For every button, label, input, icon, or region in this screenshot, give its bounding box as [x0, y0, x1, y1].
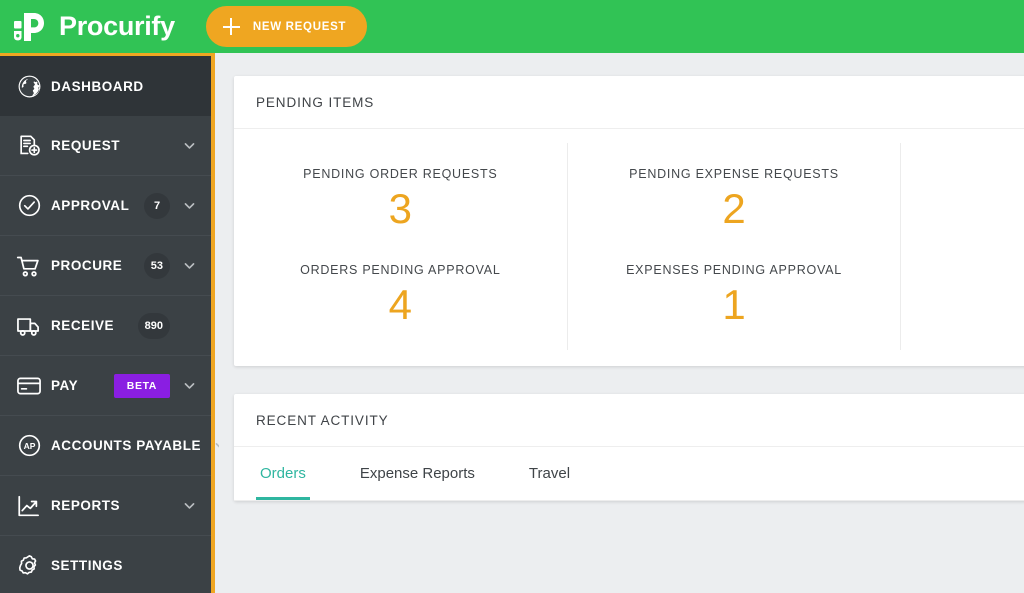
recent-activity-header: RECENT ACTIVITY: [234, 394, 1024, 448]
tab-expense-reports[interactable]: Expense Reports: [356, 447, 479, 500]
sidebar-item-label: REQUEST: [51, 138, 121, 153]
tab-orders[interactable]: Orders: [256, 447, 310, 501]
sidebar-item-label: PROCURE: [51, 258, 123, 273]
brand-name: Procurify: [59, 11, 175, 41]
stat-value: 1: [722, 281, 746, 329]
stat-pending-order-requests[interactable]: PENDING ORDER REQUESTS 3: [234, 154, 567, 250]
main-content: PENDING ITEMS PENDING ORDER REQUESTS 3 O…: [219, 56, 1024, 593]
pending-items-column-orders: PENDING ORDER REQUESTS 3 ORDERS PENDING …: [234, 143, 568, 351]
stat-label: PENDING ORDER REQUESTS: [303, 167, 498, 181]
page-title: PENDING ITEMS: [256, 94, 375, 110]
ap-circle-icon: AP: [7, 431, 51, 461]
sidebar-item-procure[interactable]: PROCURE 53: [0, 236, 211, 296]
delivery-truck-icon: [7, 311, 51, 341]
recent-activity-card: RECENT ACTIVITY Orders Expense Reports T…: [234, 394, 1024, 502]
new-request-button[interactable]: NEW REQUEST: [205, 6, 368, 47]
sidebar-badge-receive: 890: [137, 312, 170, 339]
sidebar-item-label: RECEIVE: [51, 318, 115, 333]
sidebar-item-label: APPROVAL: [51, 198, 130, 213]
shopping-cart-icon: [7, 251, 51, 281]
sidebar-item-settings[interactable]: SETTINGS: [0, 536, 211, 593]
tab-label: Orders: [260, 465, 306, 483]
pending-items-header: PENDING ITEMS: [234, 76, 1024, 129]
pending-items-card: PENDING ITEMS PENDING ORDER REQUESTS 3 O…: [234, 76, 1024, 367]
stat-value: 4: [388, 281, 413, 329]
chevron-down-icon[interactable]: [179, 499, 199, 512]
brand[interactable]: Procurify: [0, 7, 175, 47]
tab-travel[interactable]: Travel: [525, 447, 574, 500]
sidebar-item-label: REPORTS: [51, 498, 121, 513]
gear-icon: [7, 551, 51, 581]
plus-icon: [222, 18, 240, 35]
stat-label: PENDING EXPENSE REQUESTS: [629, 167, 839, 181]
tab-label: Travel: [528, 465, 571, 483]
check-circle-icon: [7, 191, 51, 221]
pending-items-column-expenses: PENDING EXPENSE REQUESTS 2 EXPENSES PEND…: [568, 143, 902, 351]
sidebar-item-request[interactable]: REQUEST: [0, 116, 211, 176]
stat-label: EXPENSES PENDING APPROVAL: [626, 263, 842, 278]
sidebar-item-label: DASHBOARD: [51, 78, 144, 94]
pending-items-column-offscreen: [901, 143, 1024, 350]
sidebar-badge-procure: 53: [143, 252, 170, 279]
sidebar-item-dashboard[interactable]: DASHBOARD: [0, 56, 211, 116]
sidebar-item-label: ACCOUNTS PAYABLE: [51, 438, 202, 453]
pending-items-grid: PENDING ORDER REQUESTS 3 ORDERS PENDING …: [234, 129, 1024, 366]
recent-activity-title: RECENT ACTIVITY: [256, 412, 389, 428]
globe-icon: [7, 71, 51, 101]
tab-label: Expense Reports: [359, 465, 475, 483]
sidebar-item-approval[interactable]: APPROVAL 7: [0, 176, 211, 236]
stat-offscreen-top[interactable]: [901, 154, 1024, 192]
sidebar-item-reports[interactable]: REPORTS: [0, 476, 211, 536]
sidebar-item-label: SETTINGS: [51, 558, 123, 573]
sidebar-item-label: PAY: [51, 378, 79, 393]
stat-offscreen-bottom[interactable]: [901, 192, 1024, 230]
sidebar-item-pay[interactable]: PAY BETA: [0, 356, 211, 416]
sidebar-item-receive[interactable]: RECEIVE 890: [0, 296, 211, 356]
stat-value: 3: [388, 185, 413, 232]
chevron-down-icon[interactable]: [179, 199, 199, 212]
new-request-label: NEW REQUEST: [252, 20, 347, 33]
chevron-down-icon[interactable]: [179, 379, 199, 392]
sidebar-badge-approval: 7: [144, 192, 170, 219]
stat-value: 2: [722, 185, 746, 232]
trending-up-chart-icon: [7, 491, 51, 521]
beta-badge: BETA: [113, 373, 170, 398]
stat-pending-expense-requests[interactable]: PENDING EXPENSE REQUESTS 2: [568, 154, 901, 250]
svg-text:AP: AP: [23, 441, 35, 451]
stat-expenses-pending-approval[interactable]: EXPENSES PENDING APPROVAL 1: [568, 250, 901, 346]
procurify-logo-icon: [10, 7, 50, 47]
chevron-down-icon[interactable]: [179, 139, 199, 152]
document-plus-icon: [7, 131, 51, 161]
stat-label: ORDERS PENDING APPROVAL: [300, 263, 501, 278]
chevron-down-icon[interactable]: [179, 259, 199, 272]
sidebar-item-accounts-payable[interactable]: AP ACCOUNTS PAYABLE: [0, 416, 225, 476]
dashboard-page: Procurify NEW REQUEST DASHBOARD REQUEST …: [0, 0, 1024, 593]
credit-card-icon: [7, 371, 51, 401]
sidebar-navigation: DASHBOARD REQUEST APPROVAL 7 PROCURE 53 …: [0, 53, 225, 593]
top-header-bar: Procurify NEW REQUEST: [0, 0, 1024, 53]
stat-orders-pending-approval[interactable]: ORDERS PENDING APPROVAL 4: [234, 250, 567, 346]
recent-activity-tabs: Orders Expense Reports Travel: [234, 447, 1024, 502]
